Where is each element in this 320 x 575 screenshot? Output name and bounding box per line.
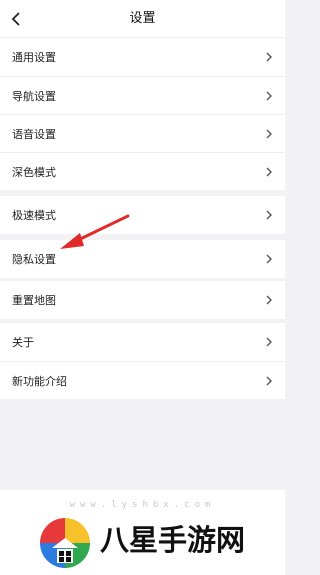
settings-item-speed-mode[interactable]: 极速模式 — [0, 196, 285, 234]
settings-item-label: 关于 — [12, 336, 34, 349]
settings-group-4: 关于 新功能介绍 — [0, 323, 285, 399]
settings-item-label: 极速模式 — [12, 209, 56, 222]
settings-item-label: 导航设置 — [12, 89, 56, 103]
settings-item-label: 通用设置 — [12, 51, 56, 64]
top-bar: 设置 — [0, 0, 285, 38]
settings-item-general[interactable]: 通用设置 — [0, 38, 285, 76]
settings-item-label: 新功能介绍 — [12, 374, 67, 388]
settings-group-1: 通用设置 导航设置 语音设置 深色模式 — [0, 38, 285, 190]
chevron-right-icon — [266, 337, 272, 347]
chevron-right-icon — [266, 129, 272, 139]
site-logo — [40, 518, 90, 568]
settings-item-reset-map[interactable]: 重置地图 — [0, 281, 285, 319]
settings-item-about[interactable]: 关于 — [0, 323, 285, 361]
chevron-right-icon — [266, 210, 272, 220]
chevron-right-icon — [266, 52, 272, 62]
settings-group-2: 极速模式 隐私设置 — [0, 196, 285, 278]
settings-item-voice[interactable]: 语音设置 — [0, 114, 285, 152]
chevron-right-icon — [266, 295, 272, 305]
chevron-right-icon — [266, 167, 272, 177]
settings-item-whats-new[interactable]: 新功能介绍 — [0, 361, 285, 399]
settings-item-privacy[interactable]: 隐私设置 — [0, 234, 285, 278]
settings-item-navigation[interactable]: 导航设置 — [0, 76, 285, 114]
settings-item-label: 重置地图 — [12, 294, 56, 307]
watermark-url: www.lyshbx.com — [69, 500, 216, 510]
settings-item-label: 隐私设置 — [12, 253, 56, 266]
page-title: 设置 — [129, 11, 156, 26]
chevron-right-icon — [266, 376, 272, 386]
settings-item-label: 深色模式 — [12, 165, 56, 179]
settings-item-label: 语音设置 — [12, 127, 56, 141]
chevron-right-icon — [266, 91, 272, 101]
settings-item-dark-mode[interactable]: 深色模式 — [0, 152, 285, 190]
chevron-right-icon — [266, 254, 272, 264]
settings-group-3: 重置地图 — [0, 281, 285, 319]
watermark-brand: 八星手游网 — [100, 523, 246, 557]
